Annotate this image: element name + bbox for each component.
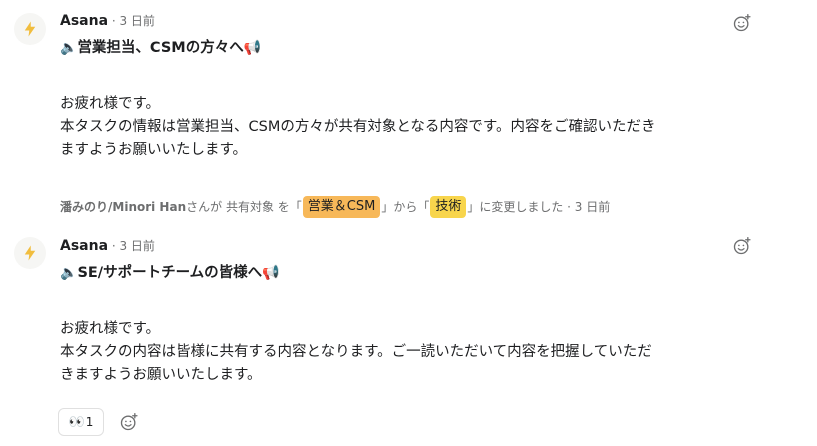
add-reaction-button[interactable]	[730, 234, 754, 258]
eyes-icon: 👀	[68, 414, 85, 430]
comment-author[interactable]: Asana	[60, 13, 108, 29]
reaction-eyes-button[interactable]: 👀 1	[58, 408, 104, 436]
megaphone-icon: 📢	[243, 40, 262, 56]
comment-body-line: お疲れ様です。	[60, 96, 161, 112]
change-text: 」に変更しました · 3 日前	[467, 200, 611, 214]
comment-title-text: 営業担当、CSMの方々へ	[77, 40, 244, 56]
comment-body-line: 本タスクの内容は皆様に共有する内容となります。ご一読いただいて内容を把握していた…	[60, 344, 652, 360]
megaphone-icon: 📢	[262, 265, 280, 281]
comment-body: お疲れ様です。 本タスクの情報は営業担当、CSMの方々が共有対象となる内容です。…	[60, 93, 800, 162]
tag-new-value[interactable]: 技術	[430, 196, 467, 218]
add-reaction-button[interactable]	[730, 11, 754, 35]
comment-title-text: SE/サポートチームの皆様へ	[77, 265, 263, 281]
comment-header: Asana · 3 日前	[60, 237, 155, 256]
speaker-icon: 🔈	[60, 265, 78, 281]
comment-title: 🔈 営業担当、CSMの方々へ 📢	[60, 38, 261, 58]
tag-old-value[interactable]: 営業＆CSM	[302, 196, 381, 218]
smiley-plus-icon	[120, 413, 138, 431]
comment-timestamp: · 3 日前	[108, 14, 155, 28]
comment-body-line: 本タスクの情報は営業担当、CSMの方々が共有対象となる内容です。内容をご確認いた…	[60, 119, 656, 135]
comment-body: お疲れ様です。 本タスクの内容は皆様に共有する内容となります。ご一読いただいて内…	[60, 318, 800, 387]
comment-author[interactable]: Asana	[60, 238, 108, 254]
comment-header: Asana · 3 日前	[60, 12, 155, 31]
change-author[interactable]: 潘みのり/Minori Han	[60, 196, 186, 218]
smiley-plus-icon	[733, 237, 751, 255]
speaker-icon: 🔈	[60, 40, 78, 56]
comment-title: 🔈 SE/サポートチームの皆様へ 📢	[60, 263, 280, 283]
lightning-bolt-icon	[24, 21, 36, 37]
add-reaction-button[interactable]	[117, 410, 141, 434]
asana-avatar[interactable]	[14, 13, 46, 45]
reaction-count: 1	[85, 415, 94, 429]
comment-body-line: ますようお願いいたします。	[60, 142, 248, 158]
comment-body-line: お疲れ様です。	[60, 321, 161, 337]
field-change-event: 潘みのり/Minori Han さんが 共有対象 を「 営業＆CSM 」から「 …	[60, 196, 610, 218]
change-text: さんが 共有対象 を「	[186, 200, 302, 214]
smiley-plus-icon	[733, 14, 751, 32]
comment-timestamp: · 3 日前	[108, 239, 155, 253]
comment-body-line: きますようお願いいたします。	[60, 367, 262, 383]
asana-avatar[interactable]	[14, 237, 46, 269]
change-text: 」から「	[381, 200, 430, 214]
lightning-bolt-icon	[24, 245, 36, 261]
